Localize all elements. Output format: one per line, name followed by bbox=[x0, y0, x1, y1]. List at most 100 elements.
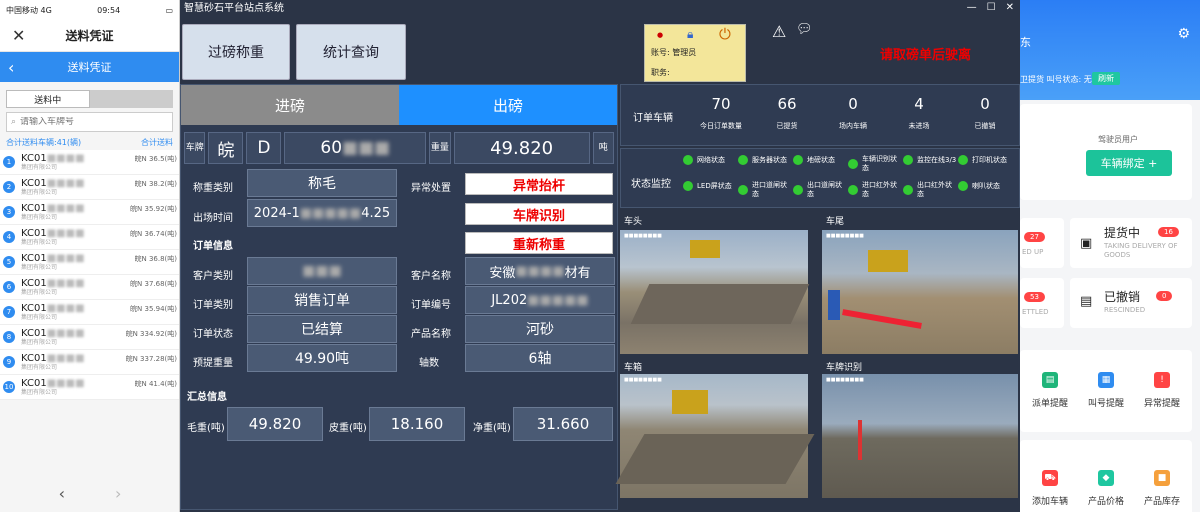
order-type-label: 订单类别 bbox=[193, 300, 233, 311]
gear-icon[interactable]: ⚙ bbox=[1177, 26, 1190, 42]
type-label: 称重类别 bbox=[193, 183, 233, 194]
close-icon[interactable]: ✕ bbox=[12, 26, 25, 45]
tab-weigh-in[interactable]: 进磅 bbox=[181, 85, 399, 125]
status-card-left2[interactable] bbox=[1020, 278, 1064, 328]
menu-item-label: 异常提醒 bbox=[1143, 399, 1180, 409]
cancel-document-icon: ▤ bbox=[1080, 294, 1093, 309]
chat-icon[interactable]: 💬︎ bbox=[796, 22, 813, 37]
document-icon: ▣ bbox=[1080, 236, 1093, 251]
prev-page-icon[interactable]: ‹ bbox=[59, 484, 65, 503]
product-price-icon: ◆ bbox=[1098, 470, 1114, 486]
list-item[interactable]: 1 KC01■■■■ 集团有限公司 皖N 36.5(吨) bbox=[0, 150, 179, 175]
list-item[interactable]: 9 KC01■■■■ 集团有限公司 皖N 337.28(吨) bbox=[0, 350, 179, 375]
next-page-icon[interactable]: › bbox=[115, 484, 121, 503]
vehicle-bind-button[interactable]: 车辆绑定 + bbox=[1086, 150, 1172, 176]
list-item[interactable]: 5 KC01■■■■ 集团有限公司 皖N 36.8(吨) bbox=[0, 250, 179, 275]
call-reminder-icon: ▦ bbox=[1098, 372, 1114, 388]
maximize-icon[interactable]: ☐ bbox=[987, 2, 996, 13]
row-company: 集团有限公司 bbox=[21, 313, 58, 321]
stat-label: 已撤销 bbox=[974, 122, 996, 130]
window-controls: — ☐ ✕ bbox=[967, 2, 1014, 13]
close-window-icon[interactable]: ✕ bbox=[1006, 2, 1014, 13]
row-number: 8 bbox=[3, 331, 15, 343]
weighbridge-desktop-window: 智慧砂石平台站点系统 — ☐ ✕ 过磅称重 统计查询 ● 🔒︎ ⏻ 账号: 管理… bbox=[180, 0, 1020, 512]
row-code-prefix: KC01 bbox=[21, 302, 47, 314]
list-item[interactable]: 8 KC01■■■■ 集团有限公司 皖N 334.92(吨) bbox=[0, 325, 179, 350]
menu-item[interactable]: ▦ 叫号提醒 bbox=[1076, 372, 1136, 409]
status-card-left1[interactable] bbox=[1020, 218, 1064, 268]
row-weight: 皖N 35.94(吨) bbox=[130, 305, 177, 313]
list-item[interactable]: 6 KC01■■■■ 集团有限公司 皖N 37.68(吨) bbox=[0, 275, 179, 300]
camera-head-feed[interactable]: ■■■■■■■■ bbox=[620, 230, 810, 354]
status-light-icon bbox=[903, 155, 913, 165]
plate-recognize-button[interactable]: 车牌识别 bbox=[465, 203, 613, 225]
row-code-blurred: ■■■■ bbox=[46, 252, 85, 264]
menu-item[interactable]: ! 异常提醒 bbox=[1132, 372, 1192, 409]
refresh-button[interactable]: 刷新 bbox=[1092, 72, 1120, 85]
alarm-icon[interactable]: ⚠ bbox=[772, 22, 786, 41]
rescinded-caption: RESCINDED bbox=[1104, 306, 1146, 314]
search-input[interactable] bbox=[20, 117, 161, 127]
list-item[interactable]: 10 KC01■■■■ 集团有限公司 皖N 41.4(吨) bbox=[0, 375, 179, 400]
exception-label: 异常处置 bbox=[411, 183, 451, 194]
tab-other[interactable] bbox=[89, 90, 173, 108]
row-text: KC01■■■■ 集团有限公司 bbox=[21, 378, 85, 397]
tab-delivering[interactable]: 送料中 bbox=[6, 90, 90, 108]
row-text: KC01■■■■ 集团有限公司 bbox=[21, 303, 85, 322]
gate-post-image bbox=[828, 290, 840, 320]
status-monitor-title: 状态监控 bbox=[631, 179, 671, 190]
row-company: 集团有限公司 bbox=[21, 188, 58, 196]
camera-box-feed[interactable]: ■■■■■■■■ bbox=[615, 374, 815, 498]
menu-item-label: 产品价格 bbox=[1087, 497, 1124, 507]
menu-item[interactable]: ■ 产品库存 bbox=[1132, 470, 1192, 507]
list-item[interactable]: 3 KC01■■■■ 集团有限公司 皖N 35.92(吨) bbox=[0, 200, 179, 225]
customer-name-end: 材有 bbox=[564, 265, 591, 281]
reweigh-button[interactable]: 重新称重 bbox=[465, 232, 613, 254]
menu-item[interactable]: ◆ 产品价格 bbox=[1076, 470, 1136, 507]
row-company: 集团有限公司 bbox=[21, 263, 58, 271]
power-icon[interactable]: ⏻ bbox=[719, 25, 731, 43]
status-light-icon bbox=[793, 185, 803, 195]
back-icon[interactable]: ‹ bbox=[8, 58, 14, 77]
minimize-icon[interactable]: — bbox=[967, 2, 977, 13]
stats-query-button[interactable]: 统计查询 bbox=[296, 24, 406, 80]
status-indicator-label: 服务器状态 bbox=[752, 155, 787, 164]
order-stats-panel: 订单车辆 70 今日订单数量 66 已提货 0 场内车辆 4 未进场 0 已撤销 bbox=[620, 84, 1020, 146]
camera-head-label: 车头 bbox=[624, 217, 643, 227]
sub-nav-bar: ‹ 送料凭证 bbox=[0, 52, 179, 82]
status-light-icon bbox=[793, 155, 803, 165]
weigh-button[interactable]: 过磅称重 bbox=[182, 24, 290, 80]
barrier-gate-image bbox=[842, 309, 922, 329]
list-item[interactable]: 2 KC01■■■■ 集团有限公司 皖N 38.2(吨) bbox=[0, 175, 179, 200]
order-no-label: 订单编号 bbox=[411, 300, 451, 311]
exception-raise-button[interactable]: 异常抬杆 bbox=[465, 173, 613, 195]
status-indicator: 服务器状态 bbox=[738, 155, 792, 165]
list-item[interactable]: 7 KC01■■■■ 集团有限公司 皖N 35.94(吨) bbox=[0, 300, 179, 325]
row-code: KC01■■■■ bbox=[21, 178, 85, 189]
menu-item[interactable]: ▤ 派单提醒 bbox=[1020, 372, 1080, 409]
order-stat-item: 0 场内车辆 bbox=[823, 95, 883, 131]
order-no-value: JL202 ■■■■■ bbox=[465, 286, 615, 314]
row-weight: 皖N 36.8(吨) bbox=[134, 255, 177, 263]
gross-label: 毛重(吨) bbox=[187, 423, 225, 434]
row-text: KC01■■■■ 集团有限公司 bbox=[21, 353, 85, 372]
lock-icon[interactable]: 🔒︎ bbox=[687, 27, 693, 42]
tab-weigh-out[interactable]: 出磅 bbox=[399, 85, 617, 125]
notice-text: 请取磅单后驶离 bbox=[880, 48, 972, 63]
driver-header: 东 ⚙ 卫提货 叫号状态: 无 刷新 bbox=[1020, 0, 1200, 100]
rescinded-title: 已撤销 bbox=[1104, 290, 1141, 304]
menu-item-label: 产品库存 bbox=[1143, 497, 1180, 507]
menu-item[interactable]: ⛟ 添加车辆 bbox=[1020, 470, 1080, 507]
status-indicator-label: 进口红外状态 bbox=[862, 181, 897, 198]
status-indicator-label: 网络状态 bbox=[697, 155, 725, 164]
list-item[interactable]: 4 KC01■■■■ 集团有限公司 皖N 36.74(吨) bbox=[0, 225, 179, 250]
camera-tail-feed[interactable]: ■■■■■■■■ bbox=[822, 230, 1018, 354]
row-code: KC01■■■■ bbox=[21, 203, 85, 214]
camera-plate-feed[interactable]: ■■■■■■■■ bbox=[822, 374, 1018, 498]
left2-count-badge: 53 bbox=[1024, 292, 1045, 302]
summary-count: 合计送料车辆:41(辆) bbox=[6, 137, 82, 147]
net-label: 净重(吨) bbox=[473, 423, 511, 434]
row-code-prefix: KC01 bbox=[21, 277, 47, 289]
summary-total: 合计送料 bbox=[141, 137, 173, 147]
marker-pole-image bbox=[858, 420, 862, 460]
